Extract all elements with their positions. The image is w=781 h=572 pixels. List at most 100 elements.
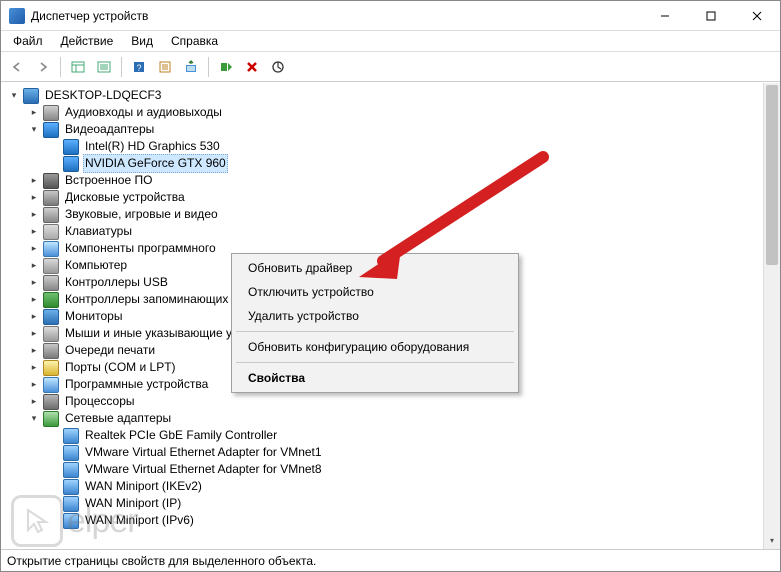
port-icon	[43, 360, 59, 376]
toolbar-forward-button[interactable]	[31, 55, 55, 79]
ctx-separator	[236, 331, 514, 332]
storage-controller-icon	[43, 292, 59, 308]
menu-file[interactable]: Файл	[5, 32, 51, 50]
toolbar: ?	[1, 52, 780, 82]
toggle-spacer	[47, 514, 61, 528]
tree-category-firmware[interactable]: ▸ Встроенное ПО	[3, 172, 763, 189]
menu-help[interactable]: Справка	[163, 32, 226, 50]
usb-icon	[43, 275, 59, 291]
tree-label: Мониторы	[63, 308, 124, 325]
menu-action[interactable]: Действие	[53, 32, 122, 50]
ctx-scan-hardware[interactable]: Обновить конфигурацию оборудования	[234, 335, 516, 359]
toolbar-back-button[interactable]	[5, 55, 29, 79]
tree-label: Клавиатуры	[63, 223, 134, 240]
ctx-uninstall-device[interactable]: Удалить устройство	[234, 304, 516, 328]
toggle-spacer	[47, 429, 61, 443]
tree-device-wan-ikev2[interactable]: WAN Miniport (IKEv2)	[3, 478, 763, 495]
collapse-icon[interactable]: ▾	[27, 123, 41, 137]
tree-label: Процессоры	[63, 393, 137, 410]
vertical-scrollbar[interactable]: ▾	[763, 83, 780, 549]
toggle-spacer	[47, 497, 61, 511]
tree-label: WAN Miniport (IPv6)	[83, 512, 196, 529]
menu-view[interactable]: Вид	[123, 32, 161, 50]
tree-category-keyboards[interactable]: ▸ Клавиатуры	[3, 223, 763, 240]
toolbar-list-button[interactable]	[92, 55, 116, 79]
maximize-button[interactable]	[688, 1, 734, 30]
expand-icon[interactable]: ▸	[27, 395, 41, 409]
expand-icon[interactable]: ▸	[27, 174, 41, 188]
collapse-icon[interactable]: ▾	[7, 89, 21, 103]
expand-icon[interactable]: ▸	[27, 327, 41, 341]
toolbar-view-button[interactable]	[66, 55, 90, 79]
app-icon	[9, 8, 25, 24]
toolbar-uninstall-button[interactable]	[240, 55, 264, 79]
expand-icon[interactable]: ▸	[27, 242, 41, 256]
status-text: Открытие страницы свойств для выделенног…	[7, 554, 316, 568]
tree-device-intel-hd[interactable]: Intel(R) HD Graphics 530	[3, 138, 763, 155]
expand-icon[interactable]: ▸	[27, 225, 41, 239]
tree-label: Сетевые адаптеры	[63, 410, 173, 427]
tree-root-label: DESKTOP-LDQECF3	[43, 87, 163, 104]
expand-icon[interactable]: ▸	[27, 276, 41, 290]
nic-icon	[63, 479, 79, 495]
printer-icon	[43, 343, 59, 359]
expand-icon[interactable]: ▸	[27, 106, 41, 120]
svg-text:?: ?	[136, 63, 141, 73]
toolbar-sep	[121, 57, 122, 77]
ctx-properties[interactable]: Свойства	[234, 366, 516, 390]
computer-category-icon	[43, 258, 59, 274]
expand-icon[interactable]: ▸	[27, 208, 41, 222]
titlebar: Диспетчер устройств	[1, 1, 780, 31]
tree-label: Видеоадаптеры	[63, 121, 156, 138]
toolbar-properties-button[interactable]	[153, 55, 177, 79]
software-device-icon	[43, 377, 59, 393]
toggle-spacer	[47, 446, 61, 460]
toolbar-help-button[interactable]: ?	[127, 55, 151, 79]
toolbar-update-button[interactable]	[179, 55, 203, 79]
context-menu: Обновить драйвер Отключить устройство Уд…	[231, 253, 519, 393]
tree-device-realtek-nic[interactable]: Realtek PCIe GbE Family Controller	[3, 427, 763, 444]
tree-device-nvidia-gtx960[interactable]: NVIDIA GeForce GTX 960	[3, 155, 763, 172]
expand-icon[interactable]: ▸	[27, 310, 41, 324]
toggle-spacer	[47, 140, 61, 154]
tree-device-vmnet8[interactable]: VMware Virtual Ethernet Adapter for VMne…	[3, 461, 763, 478]
tree-category-disks[interactable]: ▸ Дисковые устройства	[3, 189, 763, 206]
toolbar-sep	[60, 57, 61, 77]
tree-category-network[interactable]: ▾ Сетевые адаптеры	[3, 410, 763, 427]
expand-icon[interactable]: ▸	[27, 293, 41, 307]
ctx-separator	[236, 362, 514, 363]
tree-category-processors[interactable]: ▸ Процессоры	[3, 393, 763, 410]
window-title: Диспетчер устройств	[31, 9, 148, 23]
tree-device-wan-ipv6[interactable]: WAN Miniport (IPv6)	[3, 512, 763, 529]
software-component-icon	[43, 241, 59, 257]
tree-label: Контроллеры USB	[63, 274, 170, 291]
expand-icon[interactable]: ▸	[27, 361, 41, 375]
tree-device-vmnet1[interactable]: VMware Virtual Ethernet Adapter for VMne…	[3, 444, 763, 461]
ctx-disable-device[interactable]: Отключить устройство	[234, 280, 516, 304]
network-adapter-icon	[43, 411, 59, 427]
toggle-spacer	[47, 463, 61, 477]
tree-device-wan-ip[interactable]: WAN Miniport (IP)	[3, 495, 763, 512]
expand-icon[interactable]: ▸	[27, 191, 41, 205]
close-button[interactable]	[734, 1, 780, 30]
tree-label: Аудиовходы и аудиовыходы	[63, 104, 224, 121]
tree-category-audio[interactable]: ▸ Аудиовходы и аудиовыходы	[3, 104, 763, 121]
tree-label: Компьютер	[63, 257, 129, 274]
tree-root[interactable]: ▾ DESKTOP-LDQECF3	[3, 87, 763, 104]
expand-icon[interactable]: ▸	[27, 259, 41, 273]
toggle-spacer	[47, 480, 61, 494]
tree-category-video[interactable]: ▾ Видеоадаптеры	[3, 121, 763, 138]
collapse-icon[interactable]: ▾	[27, 412, 41, 426]
tree-label: Компоненты программного	[63, 240, 218, 257]
minimize-button[interactable]	[642, 1, 688, 30]
ctx-update-driver[interactable]: Обновить драйвер	[234, 256, 516, 280]
scroll-down-icon[interactable]: ▾	[764, 532, 780, 549]
expand-icon[interactable]: ▸	[27, 344, 41, 358]
toolbar-scan-button[interactable]	[266, 55, 290, 79]
toolbar-enable-button[interactable]	[214, 55, 238, 79]
computer-icon	[23, 88, 39, 104]
tree-label: VMware Virtual Ethernet Adapter for VMne…	[83, 461, 324, 478]
scrollbar-thumb[interactable]	[766, 85, 778, 265]
tree-category-sound[interactable]: ▸ Звуковые, игровые и видео	[3, 206, 763, 223]
expand-icon[interactable]: ▸	[27, 378, 41, 392]
